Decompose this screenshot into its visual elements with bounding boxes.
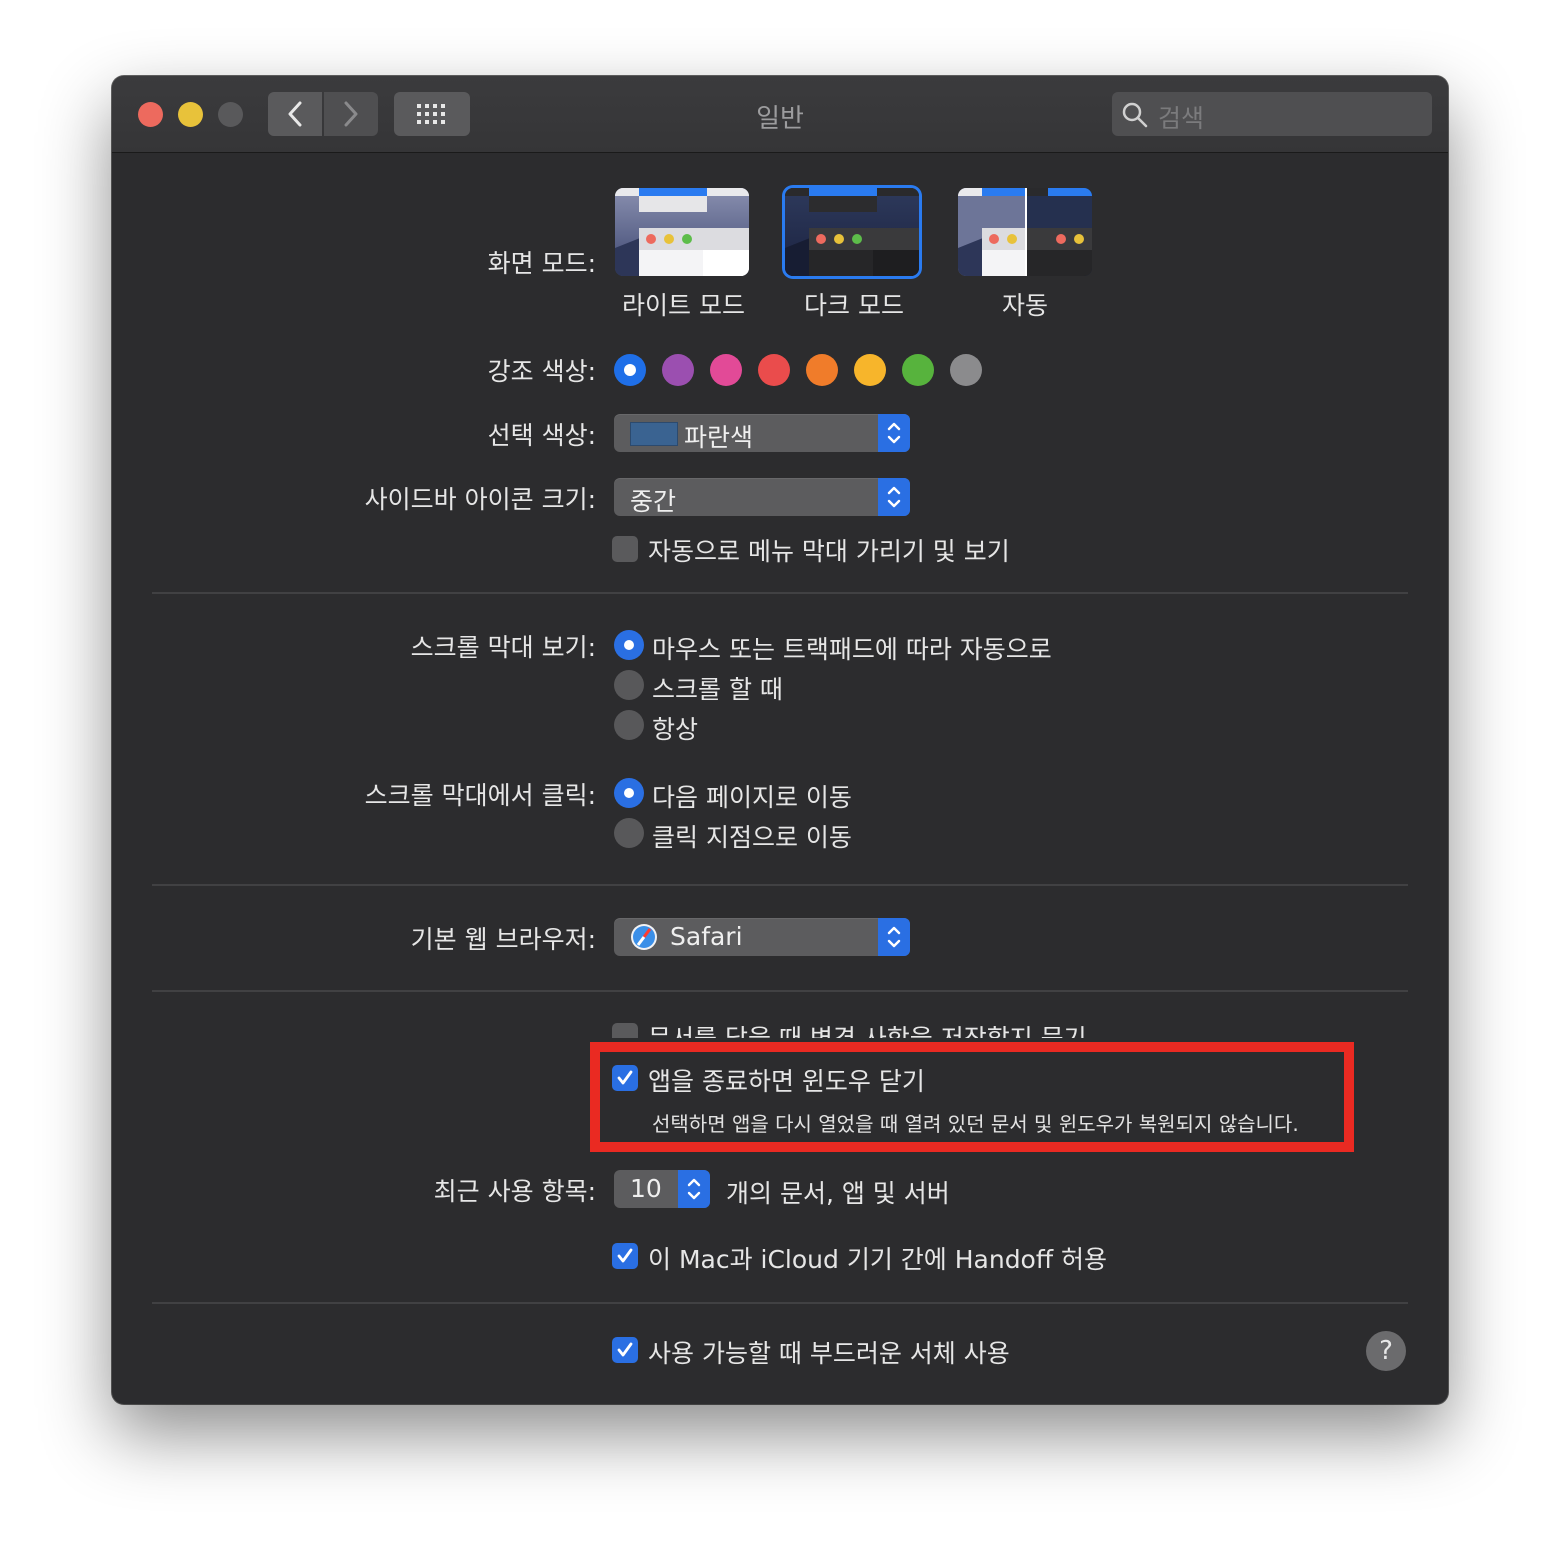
divider [152, 884, 1408, 886]
auto-mode-label: 자동 [1002, 291, 1049, 320]
ask-keep-changes-checkbox[interactable] [612, 1023, 638, 1038]
jump-clicked-spot-label: 클릭 지점으로 이동 [652, 823, 852, 852]
jump-next-page-label: 다음 페이지로 이동 [652, 783, 852, 812]
popup-arrows [678, 1170, 710, 1208]
accent-purple[interactable] [662, 354, 694, 386]
highlight-color-label: 선택 색상: [487, 421, 596, 450]
accent-color-label: 강조 색상: [487, 357, 596, 386]
default-browser-label: 기본 웹 브라우저: [410, 925, 596, 954]
highlight-annotation-box [590, 1042, 1354, 1152]
accent-orange[interactable] [806, 354, 838, 386]
recent-items-popup[interactable]: 10 [614, 1170, 710, 1208]
system-preferences-window: 일반 검색 화면 모드: 라이트 모드 다크 모드 자동 강조 색상: 선택 색… [112, 76, 1448, 1404]
scroll-auto-label: 마우스 또는 트랙패드에 따라 자동으로 [652, 635, 1052, 664]
accent-blue[interactable] [614, 354, 646, 386]
updown-chevron-icon [887, 422, 901, 444]
safari-icon [631, 924, 657, 950]
checkmark-icon [617, 1342, 633, 1357]
appearance-label: 화면 모드: [487, 249, 596, 278]
divider [152, 1302, 1408, 1304]
search-icon [1122, 102, 1148, 128]
accent-graphite[interactable] [950, 354, 982, 386]
updown-chevron-icon [887, 486, 901, 508]
popup-arrows [878, 478, 910, 516]
auto-hide-menu-checkbox[interactable] [612, 536, 638, 562]
font-smoothing-label: 사용 가능할 때 부드러운 서체 사용 [648, 1339, 1010, 1368]
auto-mode-thumbnail[interactable] [958, 188, 1092, 276]
ask-keep-changes-row: 문서를 닫을 때 변경 사항을 저장할지 묻기 [612, 1021, 1312, 1038]
titlebar: 일반 검색 [112, 76, 1448, 153]
scroll-when-scrolling-radio[interactable] [614, 670, 644, 700]
handoff-checkbox[interactable] [612, 1243, 638, 1269]
scroll-always-label: 항상 [652, 715, 699, 744]
recent-items-value: 10 [630, 1174, 662, 1203]
jump-next-page-radio[interactable] [614, 778, 644, 808]
recent-items-suffix: 개의 문서, 앱 및 서버 [726, 1179, 950, 1208]
highlight-color-popup[interactable]: 파란색 [614, 414, 910, 452]
recent-items-label: 최근 사용 항목: [433, 1177, 596, 1206]
popup-arrows [878, 414, 910, 452]
search-placeholder: 검색 [1158, 104, 1205, 133]
show-scroll-bars-label: 스크롤 막대 보기: [410, 633, 596, 662]
divider [152, 592, 1408, 594]
popup-arrows [878, 918, 910, 956]
default-browser-value: Safari [670, 922, 743, 951]
auto-hide-menu-label: 자동으로 메뉴 막대 가리기 및 보기 [648, 537, 1010, 566]
click-scroll-bar-label: 스크롤 막대에서 클릭: [364, 781, 596, 810]
font-smoothing-checkbox[interactable] [612, 1337, 638, 1363]
accent-yellow[interactable] [854, 354, 886, 386]
checkmark-icon [617, 1248, 633, 1263]
search-field[interactable]: 검색 [1112, 92, 1432, 136]
handoff-label: 이 Mac과 iCloud 기기 간에 Handoff 허용 [648, 1245, 1108, 1274]
scroll-auto-radio[interactable] [614, 630, 644, 660]
scroll-when-scrolling-label: 스크롤 할 때 [652, 675, 783, 704]
sidebar-icon-size-popup[interactable]: 중간 [614, 478, 910, 516]
sidebar-icon-size-value: 중간 [630, 487, 677, 516]
updown-chevron-icon [687, 1178, 701, 1200]
light-mode-label: 라이트 모드 [622, 291, 745, 320]
dark-mode-thumbnail[interactable] [785, 188, 919, 276]
divider [152, 990, 1408, 992]
accent-green[interactable] [902, 354, 934, 386]
color-swatch [630, 422, 678, 446]
updown-chevron-icon [887, 926, 901, 948]
light-mode-thumbnail[interactable] [615, 188, 749, 276]
help-button[interactable]: ? [1366, 1331, 1406, 1371]
accent-pink[interactable] [710, 354, 742, 386]
accent-red[interactable] [758, 354, 790, 386]
jump-clicked-spot-radio[interactable] [614, 818, 644, 848]
ask-keep-changes-label: 문서를 닫을 때 변경 사항을 저장할지 묻기 [648, 1021, 1087, 1038]
default-browser-popup[interactable]: Safari [614, 918, 910, 956]
sidebar-icon-size-label: 사이드바 아이콘 크기: [364, 485, 596, 514]
dark-mode-label: 다크 모드 [804, 291, 904, 320]
scroll-always-radio[interactable] [614, 710, 644, 740]
highlight-color-value: 파란색 [684, 423, 754, 452]
